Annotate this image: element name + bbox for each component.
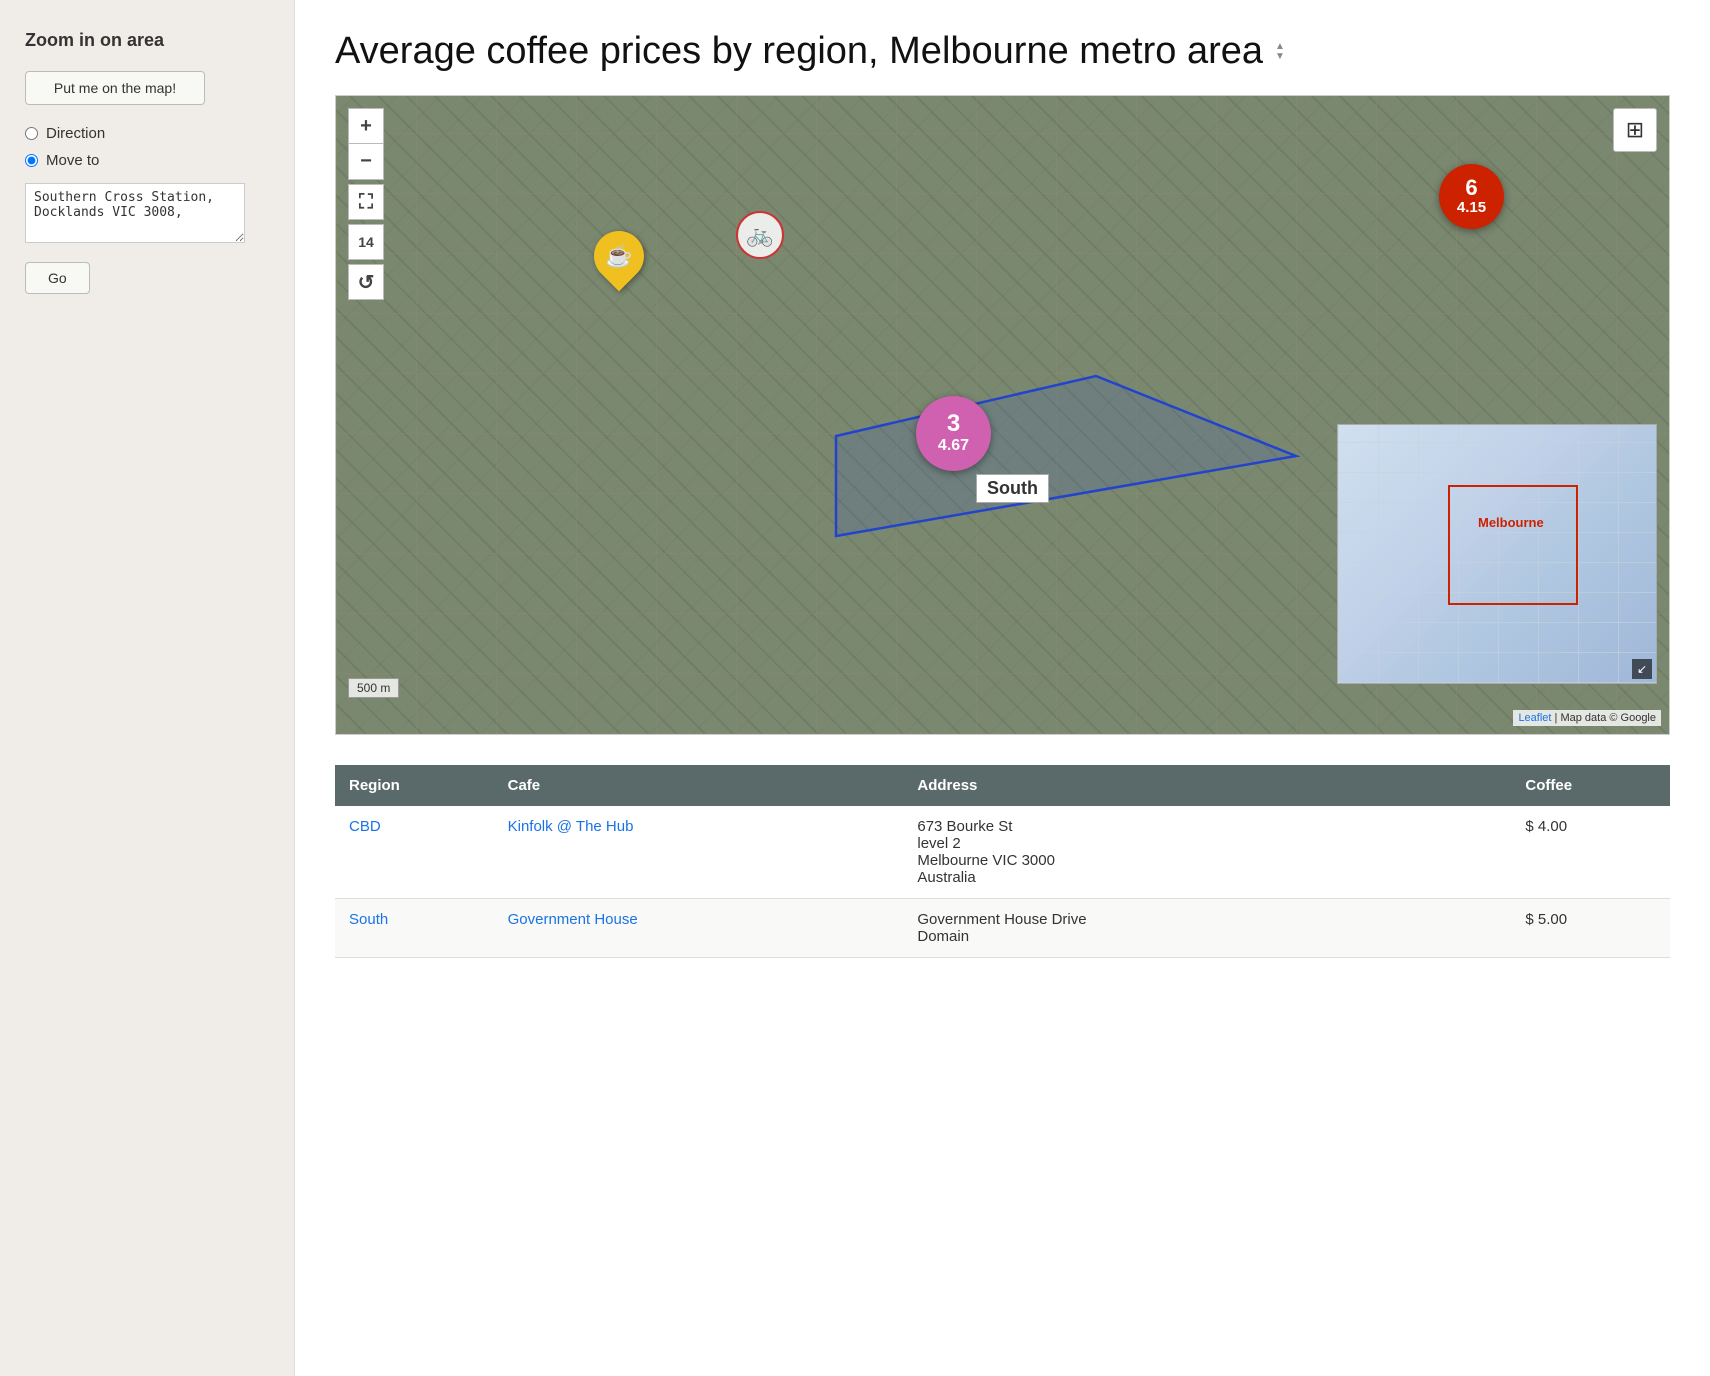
direction-label: Direction — [46, 125, 105, 142]
layers-icon: ⊞ — [1626, 117, 1644, 143]
direction-radio[interactable] — [25, 127, 38, 140]
reset-button[interactable]: ↺ — [348, 264, 384, 300]
data-table: Region Cafe Address Coffee CBD Kinfolk @ … — [335, 765, 1670, 958]
scale-bar: 500 m — [348, 678, 399, 698]
zoom-controls: + − — [348, 108, 384, 180]
sidebar-title: Zoom in on area — [25, 30, 269, 51]
mini-map-inner: Melbourne — [1338, 425, 1656, 683]
table-cell-coffee: $ 5.00 — [1511, 899, 1670, 958]
col-header-coffee: Coffee — [1511, 765, 1670, 806]
coffee-marker-bubble: ☕ — [584, 221, 655, 292]
map-data-text: | Map data © Google — [1555, 712, 1656, 724]
zoom-in-button[interactable]: + — [348, 108, 384, 144]
pink-cluster-count: 3 — [947, 412, 960, 436]
put-me-on-map-button[interactable]: Put me on the map! — [25, 71, 205, 105]
leaflet-link[interactable]: Leaflet — [1518, 712, 1551, 724]
location-textarea[interactable]: Southern Cross Station, Docklands VIC 30… — [25, 183, 245, 243]
moveto-radio[interactable] — [25, 154, 38, 167]
region-link[interactable]: South — [349, 911, 388, 928]
table-cell-address: Government House Drive Domain — [903, 899, 1511, 958]
table-cell-region: South — [335, 899, 494, 958]
layers-button[interactable]: ⊞ — [1613, 108, 1657, 152]
table-row: South Government House Government House Dr… — [335, 899, 1670, 958]
sidebar: Zoom in on area Put me on the map! Direc… — [0, 0, 295, 1376]
radio-group: Direction Move to — [25, 125, 269, 169]
col-header-region: Region — [335, 765, 494, 806]
zoom-level-control: 14 — [348, 224, 384, 260]
region-link[interactable]: CBD — [349, 818, 381, 835]
zoom-out-button[interactable]: − — [348, 144, 384, 180]
main-content: Average coffee prices by region, Melbour… — [295, 0, 1710, 1376]
table-cell-cafe: Kinfolk @ The Hub — [494, 806, 904, 899]
mini-map-collapse-button[interactable]: ↙ — [1632, 659, 1652, 679]
table-row: CBD Kinfolk @ The Hub 673 Bourke St level … — [335, 806, 1670, 899]
sort-up-icon[interactable]: ▲ — [1275, 42, 1285, 52]
mini-map-viewport-rect — [1448, 485, 1578, 605]
moveto-radio-item[interactable]: Move to — [25, 152, 269, 169]
south-label: South — [976, 474, 1049, 503]
map-container[interactable]: + − ⛶ 14 ↺ ⊞ ☕ — [335, 95, 1670, 735]
moveto-label: Move to — [46, 152, 99, 169]
reset-control: ↺ — [348, 264, 384, 300]
col-header-address: Address — [903, 765, 1511, 806]
sort-down-icon[interactable]: ▼ — [1275, 52, 1285, 62]
table-cell-address: 673 Bourke St level 2 Melbourne VIC 3000… — [903, 806, 1511, 899]
blue-polygon — [816, 356, 1316, 556]
pink-cluster-price: 4.67 — [938, 436, 969, 455]
coffee-icon: ☕ — [605, 243, 632, 269]
coffee-marker[interactable]: ☕ — [594, 231, 644, 281]
map-controls: + − ⛶ 14 ↺ — [348, 108, 384, 304]
mini-map-label: Melbourne — [1478, 515, 1544, 530]
red-cluster-marker[interactable]: 6 4.15 — [1439, 164, 1504, 229]
pink-cluster-marker[interactable]: 3 4.67 — [916, 396, 991, 471]
zoom-level-display[interactable]: 14 — [348, 224, 384, 260]
table-cell-cafe: Government House — [494, 899, 904, 958]
table-cell-region: CBD — [335, 806, 494, 899]
cafe-link[interactable]: Kinfolk @ The Hub — [508, 818, 634, 835]
col-header-cafe: Cafe — [494, 765, 904, 806]
direction-radio-item[interactable]: Direction — [25, 125, 269, 142]
fullscreen-button[interactable]: ⛶ — [348, 184, 384, 220]
table-header-row: Region Cafe Address Coffee — [335, 765, 1670, 806]
page-title: Average coffee prices by region, Melbour… — [335, 30, 1670, 73]
sort-icons[interactable]: ▲ ▼ — [1275, 42, 1285, 62]
red-cluster-price: 4.15 — [1457, 199, 1486, 217]
go-button[interactable]: Go — [25, 262, 90, 294]
map-attribution: Leaflet | Map data © Google — [1513, 710, 1661, 726]
bike-icon: 🚲 — [746, 222, 773, 248]
extra-controls: ⛶ — [348, 184, 384, 220]
table-cell-coffee: $ 4.00 — [1511, 806, 1670, 899]
bike-marker[interactable]: 🚲 — [736, 211, 784, 259]
mini-map[interactable]: Melbourne ↙ — [1337, 424, 1657, 684]
red-cluster-count: 6 — [1465, 177, 1477, 199]
cafe-link[interactable]: Government House — [508, 911, 638, 928]
